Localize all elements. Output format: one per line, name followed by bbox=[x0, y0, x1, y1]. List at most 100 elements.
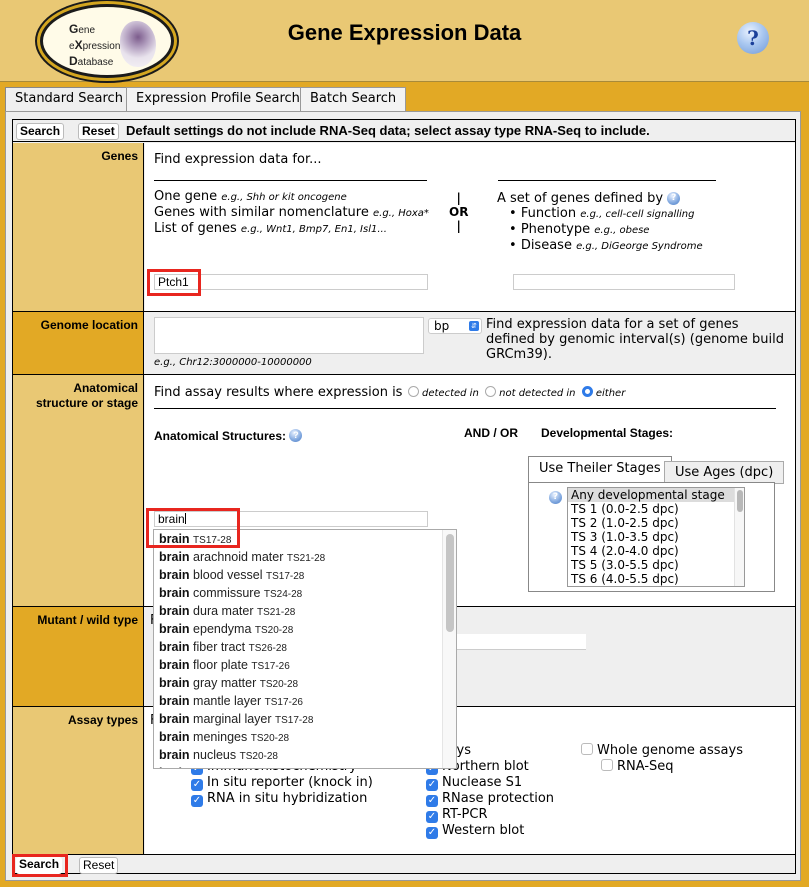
radio-not-detected-in[interactable]: not detected in bbox=[485, 386, 576, 399]
unit-select-value: bp bbox=[434, 319, 450, 333]
genome-location-description: Find expression data for a set of genes … bbox=[486, 317, 785, 362]
top-action-bar: Search Reset Default settings do not inc… bbox=[13, 120, 795, 142]
option-match-text: brain bbox=[159, 766, 190, 768]
genes-row: Genes Find expression data for... One ge… bbox=[13, 143, 795, 312]
unit-select[interactable]: bp ⇵ bbox=[428, 318, 482, 334]
autocomplete-option[interactable]: brain commissure TS24-28 bbox=[154, 584, 456, 602]
autocomplete-option[interactable]: brain gray matter TS20-28 bbox=[154, 674, 456, 692]
autocomplete-option[interactable]: brain nucleus TS20-28 bbox=[154, 746, 456, 764]
reset-button-bottom[interactable]: Reset bbox=[79, 857, 119, 874]
autocomplete-option[interactable]: brain mantle layer TS17-26 bbox=[154, 692, 456, 710]
search-button-highlight bbox=[12, 854, 68, 877]
stages-help-icon[interactable]: ? bbox=[549, 491, 562, 504]
detection-radio-group: detected in not detected in either bbox=[408, 386, 625, 399]
or-bar-bottom: | bbox=[456, 219, 461, 233]
gene-set-help-icon[interactable]: ? bbox=[667, 192, 681, 205]
assay-checkbox[interactable]: ✓ RT-PCR bbox=[426, 807, 554, 823]
mutant-label: Mutant / wild type bbox=[13, 607, 144, 706]
assay-checkbox[interactable]: ✓ Nuclease S1 bbox=[426, 775, 554, 791]
option-rest-text: ependyma bbox=[189, 622, 252, 636]
autocomplete-option[interactable]: brain dura mater TS21-28 bbox=[154, 602, 456, 620]
stage-list[interactable]: Any developmental stage TS 1 (0.0-2.5 dpc… bbox=[567, 487, 745, 587]
option-match-text: brain bbox=[159, 730, 190, 744]
expression-prompt: Find assay results where expression is bbox=[154, 385, 403, 400]
developmental-stages-label: Developmental Stages: bbox=[541, 426, 674, 440]
rna-seq-checkbox[interactable]: RNA-Seq bbox=[601, 759, 674, 774]
tab-standard-search[interactable]: Standard Search bbox=[5, 87, 133, 113]
option-stage-range: TS17-28 bbox=[275, 715, 314, 726]
stage-option[interactable]: TS 2 (1.0-2.5 dpc) bbox=[568, 516, 744, 530]
autocomplete-option[interactable]: brain meninges TS20-28 bbox=[154, 728, 456, 746]
assay-label: Western blot bbox=[442, 823, 525, 838]
option-stage-range: TS20-28 bbox=[250, 733, 290, 744]
whole-genome-checkbox[interactable]: Whole genome assays bbox=[581, 743, 743, 758]
stage-list-scrollbar[interactable] bbox=[734, 488, 744, 586]
logo-initial-d: D bbox=[69, 54, 78, 68]
assay-checkbox[interactable]: ✓ In situ reporter (knock in) bbox=[191, 775, 373, 791]
assay-middle-column: ✓Northern blot✓Nuclease S1✓RNase protect… bbox=[426, 759, 554, 839]
stage-option[interactable]: TS 6 (4.0-5.5 dpc) bbox=[568, 572, 744, 586]
checkbox-checked-icon: ✓ bbox=[191, 779, 203, 791]
search-button-top[interactable]: Search bbox=[16, 123, 65, 140]
and-or-label: AND / OR bbox=[464, 426, 518, 440]
anatomy-label: Anatomical structure or stage bbox=[13, 375, 144, 606]
assay-checkbox[interactable]: ✓ Western blot bbox=[426, 823, 554, 839]
rna-seq-notice: Default settings do not include RNA-Seq … bbox=[126, 123, 650, 138]
checkbox-unchecked-icon bbox=[581, 743, 593, 755]
gene-vocab-input[interactable] bbox=[513, 274, 735, 290]
option-match-text: brain bbox=[159, 586, 190, 600]
stage-option[interactable]: TS 4 (2.0-4.0 dpc) bbox=[568, 544, 744, 558]
option-stage-range: TS20-28 bbox=[239, 751, 278, 762]
radio-detected-in[interactable]: detected in bbox=[408, 386, 479, 399]
page-title: Gene Expression Data bbox=[287, 20, 522, 45]
tab-theiler-stages[interactable]: Use Theiler Stages bbox=[528, 456, 672, 483]
autocomplete-option[interactable]: brain bbox=[154, 764, 456, 768]
reset-button-top[interactable]: Reset bbox=[78, 123, 119, 140]
option-match-text: brain bbox=[159, 550, 190, 564]
autocomplete-option[interactable]: brain ependyma TS20-28 bbox=[154, 620, 456, 638]
autocomplete-option[interactable]: brain arachnoid mater TS21-28 bbox=[154, 548, 456, 566]
anatomy-input-highlight bbox=[146, 508, 240, 548]
checkbox-checked-icon: ✓ bbox=[426, 795, 438, 807]
genome-location-example: e.g., Chr12:3000000-10000000 bbox=[154, 357, 312, 368]
autocomplete-option[interactable]: brain blood vessel TS17-28 bbox=[154, 566, 456, 584]
radio-either[interactable]: either bbox=[581, 386, 625, 399]
radio-selected-icon bbox=[581, 386, 593, 397]
option-rest-text: marginal layer bbox=[189, 712, 272, 726]
stage-selector-box: ? Any developmental stage TS 1 (0.0-2.5 d… bbox=[528, 482, 775, 592]
stage-option[interactable]: TS 1 (0.0-2.5 dpc) bbox=[568, 502, 744, 516]
option-rest-text: floor plate bbox=[189, 658, 248, 672]
option-rest-text: arachnoid mater bbox=[189, 550, 284, 564]
assay-label: RT-PCR bbox=[442, 807, 488, 822]
genes-label: Genes bbox=[13, 143, 144, 311]
autocomplete-option[interactable]: brain marginal layer TS17-28 bbox=[154, 710, 456, 728]
genes-left-divider bbox=[154, 180, 427, 181]
structures-help-icon[interactable]: ? bbox=[289, 429, 303, 442]
option-rest-text: blood vessel bbox=[189, 568, 263, 582]
tab-expression-profile-search[interactable]: Expression Profile Search bbox=[126, 87, 310, 111]
autocomplete-scroll-thumb[interactable] bbox=[446, 534, 454, 632]
stage-option[interactable]: TS 3 (1.0-3.5 dpc) bbox=[568, 530, 744, 544]
stage-option[interactable]: Any developmental stage bbox=[568, 488, 744, 502]
genome-location-body: bp ⇵ Find expression data for a set of g… bbox=[145, 312, 795, 374]
assay-checkbox[interactable]: ✓ RNA in situ hybridization bbox=[191, 791, 373, 807]
tab-ages-dpc[interactable]: Use Ages (dpc) bbox=[664, 461, 785, 484]
genome-location-textarea[interactable] bbox=[154, 317, 424, 354]
autocomplete-option[interactable]: brain floor plate TS17-26 bbox=[154, 656, 456, 674]
help-icon[interactable]: ? bbox=[737, 22, 769, 54]
or-label: OR bbox=[449, 205, 469, 219]
option-rest-text: fiber tract bbox=[189, 640, 246, 654]
assay-label: RNase protection bbox=[442, 791, 555, 806]
stage-list-scroll-thumb[interactable] bbox=[737, 490, 743, 512]
option-match-text: brain bbox=[159, 622, 190, 636]
option-stage-range: TS17-26 bbox=[251, 661, 290, 672]
autocomplete-option[interactable]: brain fiber tract TS26-28 bbox=[154, 638, 456, 656]
option-stage-range: TS17-26 bbox=[264, 697, 303, 708]
tab-batch-search[interactable]: Batch Search bbox=[300, 87, 407, 111]
autocomplete-scrollbar[interactable] bbox=[442, 530, 456, 768]
anatomical-structures-label: Anatomical Structures: ? bbox=[154, 429, 303, 443]
stage-option[interactable]: TS 5 (3.0-5.5 dpc) bbox=[568, 558, 744, 572]
option-match-text: brain bbox=[159, 658, 190, 672]
assay-checkbox[interactable]: ✓ RNase protection bbox=[426, 791, 554, 807]
mutant-input[interactable] bbox=[445, 634, 586, 650]
